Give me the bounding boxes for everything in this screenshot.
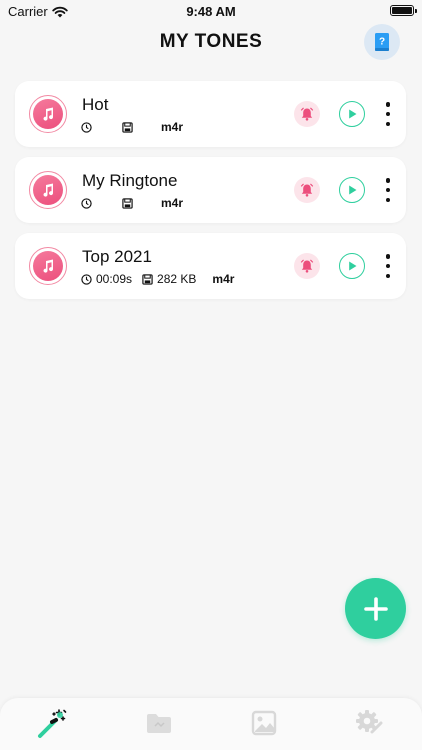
file-format: m4r — [212, 272, 235, 286]
set-alarm-button[interactable] — [294, 177, 320, 203]
music-note-icon — [29, 247, 67, 285]
tone-meta: m4r — [81, 196, 183, 210]
file-size: 282 KB — [142, 272, 196, 286]
magic-wand-icon — [38, 709, 67, 738]
page-title: MY TONES — [159, 31, 263, 52]
alarm-bell-icon — [300, 259, 314, 273]
alarm-bell-icon — [300, 107, 314, 121]
duration-value: 00:09s — [96, 272, 133, 286]
tone-card[interactable]: My Ringtone m4r — [15, 157, 406, 223]
clock-icon — [81, 273, 92, 285]
tab-settings[interactable] — [353, 707, 385, 739]
svg-text:?: ? — [379, 37, 385, 48]
help-book-icon: ? — [375, 33, 389, 51]
duration — [81, 197, 96, 209]
more-options-button[interactable] — [380, 178, 396, 202]
play-icon — [349, 261, 357, 271]
floppy-disk-icon — [122, 197, 133, 209]
set-alarm-button[interactable] — [294, 101, 320, 127]
status-bar: Carrier 9:48 AM — [0, 0, 422, 22]
bottom-tab-bar — [0, 698, 422, 750]
play-button[interactable] — [339, 101, 365, 127]
tone-meta: m4r — [81, 120, 183, 134]
battery-icon — [390, 5, 417, 16]
tone-name: Hot — [82, 95, 109, 114]
tone-card[interactable]: Hot m4r — [15, 81, 406, 147]
image-icon — [251, 710, 277, 736]
clock-icon — [81, 121, 92, 133]
duration — [81, 121, 96, 133]
tone-name: My Ringtone — [82, 171, 178, 190]
file-size-value: 282 KB — [157, 272, 197, 286]
floppy-disk-icon — [122, 121, 133, 133]
tab-image[interactable] — [248, 707, 280, 739]
file-size — [122, 197, 137, 209]
play-button[interactable] — [339, 253, 365, 279]
help-button[interactable]: ? — [364, 24, 400, 60]
tone-meta: 00:09s 282 KB m4r — [81, 272, 234, 286]
more-options-button[interactable] — [380, 102, 396, 126]
more-options-button[interactable] — [380, 254, 396, 278]
tone-card[interactable]: Top 2021 00:09s 282 KB m4r — [15, 233, 406, 299]
duration: 00:09s — [81, 272, 132, 286]
file-size — [122, 121, 137, 133]
tab-folder[interactable] — [143, 707, 175, 739]
set-alarm-button[interactable] — [294, 253, 320, 279]
clock-icon — [81, 197, 92, 209]
folder-icon — [147, 714, 171, 733]
play-icon — [349, 185, 357, 195]
play-icon — [349, 109, 357, 119]
music-note-icon — [29, 95, 67, 133]
floppy-disk-icon — [142, 273, 153, 285]
tab-magic-wand[interactable] — [36, 707, 68, 739]
settings-gear-icon — [356, 710, 383, 734]
plus-icon — [363, 596, 388, 621]
status-time: 9:48 AM — [186, 4, 236, 19]
file-format: m4r — [161, 120, 184, 134]
tone-name: Top 2021 — [82, 247, 152, 266]
alarm-bell-icon — [300, 183, 314, 197]
file-format: m4r — [161, 196, 184, 210]
music-note-icon — [29, 171, 67, 209]
add-tone-button[interactable] — [345, 578, 406, 639]
play-button[interactable] — [339, 177, 365, 203]
